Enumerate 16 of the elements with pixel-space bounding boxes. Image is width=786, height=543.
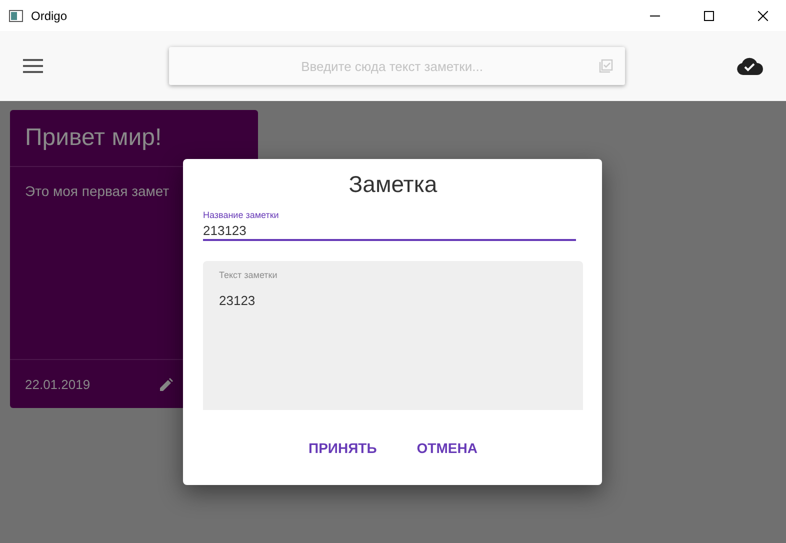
dialog-title: Заметка bbox=[348, 171, 438, 198]
menu-icon[interactable] bbox=[23, 59, 43, 73]
note-text: Это моя первая замет bbox=[25, 183, 170, 199]
note-text-area[interactable]: Текст заметки 23123 bbox=[203, 261, 583, 410]
cloud-check-icon[interactable] bbox=[737, 57, 763, 75]
note-date: 22.01.2019 bbox=[25, 376, 90, 392]
close-icon[interactable] bbox=[758, 10, 768, 20]
maximize-icon[interactable] bbox=[704, 10, 714, 20]
search-field[interactable]: Введите сюда текст заметки... bbox=[185, 58, 599, 74]
note-title: Привет мир! bbox=[25, 124, 162, 152]
checkbox-icon[interactable] bbox=[599, 59, 613, 73]
accept-button[interactable]: ПРИНЯТЬ bbox=[300, 432, 385, 464]
window-title: Ordigo bbox=[31, 8, 68, 22]
pencil-icon[interactable] bbox=[160, 378, 173, 390]
app-icon bbox=[9, 10, 23, 22]
cancel-button[interactable]: ОТМЕНА bbox=[408, 432, 486, 464]
